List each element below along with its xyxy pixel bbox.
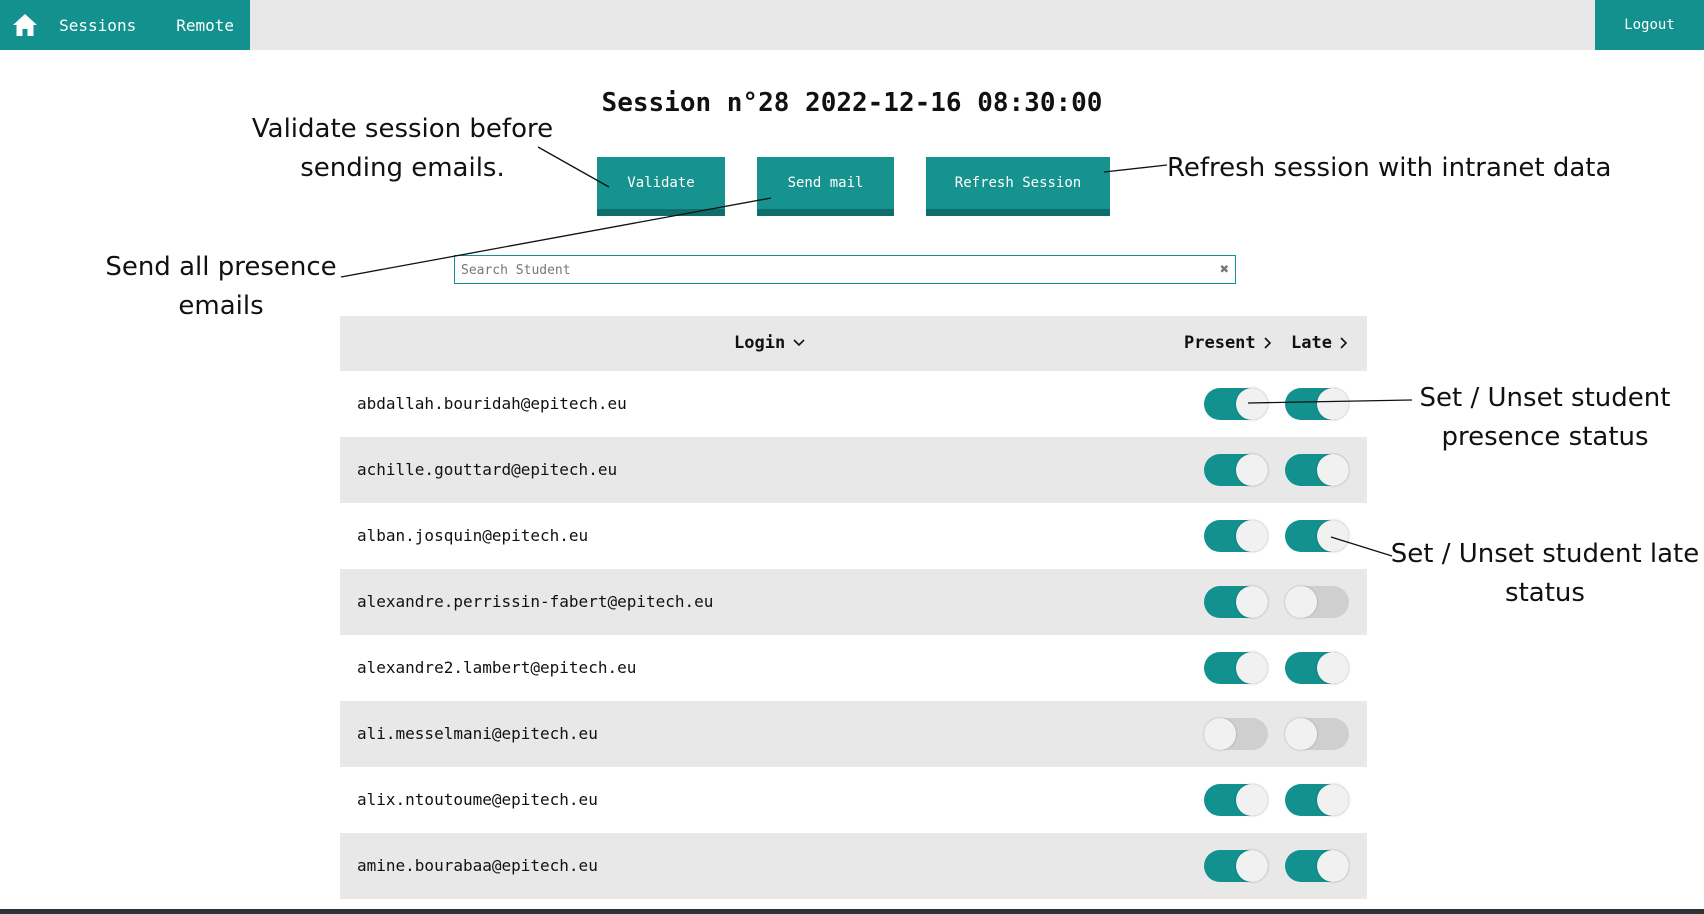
late-pointer-line <box>1330 536 1393 557</box>
presence-pointer-line <box>1247 399 1413 404</box>
send-mail-pointer-line <box>340 197 772 278</box>
validate-pointer-line <box>537 146 610 188</box>
annotation-lines <box>340 146 1413 557</box>
refresh-pointer-line <box>1103 164 1168 173</box>
bottom-scrollbar[interactable] <box>0 909 1704 914</box>
